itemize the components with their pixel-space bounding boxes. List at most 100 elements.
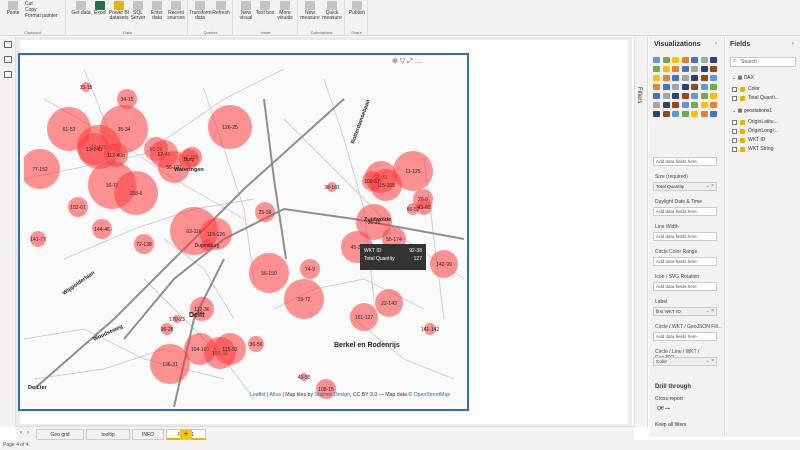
visual-type-icon[interactable] (691, 93, 698, 99)
field-checkbox[interactable] (732, 138, 737, 143)
collapse-viz-icon[interactable]: › (715, 41, 717, 47)
visual-type-icon[interactable] (672, 111, 679, 117)
visual-type-icon[interactable] (662, 57, 670, 63)
visual-type-icon[interactable] (662, 102, 670, 108)
field-item[interactable]: OriginLongi... (748, 128, 778, 134)
transform-data-button[interactable]: Transform data (189, 1, 212, 21)
visual-type-icon[interactable] (672, 93, 679, 99)
more-options-icon[interactable]: … (415, 58, 422, 65)
field-item[interactable]: WKT ID (748, 137, 765, 143)
filter-icon[interactable]: ▽ (400, 58, 405, 65)
field-well-empty[interactable]: Add data fields here (653, 207, 717, 216)
field-well-filled[interactable]: Total Quantity ⌄ × (653, 182, 717, 191)
field-item[interactable]: WKT String (748, 146, 773, 152)
visual-type-icon[interactable] (710, 84, 717, 90)
visual-type-icon[interactable] (653, 102, 660, 108)
page-tab[interactable]: tooltip (86, 429, 130, 440)
field-well-empty[interactable]: Add data fields here (653, 332, 717, 341)
visual-type-icon[interactable] (653, 111, 660, 117)
paste-button[interactable]: Paste (2, 1, 24, 16)
visual-type-icon[interactable] (700, 102, 708, 108)
visual-type-icon[interactable] (710, 111, 717, 117)
visual-type-icon[interactable] (691, 111, 698, 117)
visual-type-icon[interactable] (710, 57, 717, 63)
page-tab[interactable]: Geo grid (36, 429, 84, 440)
visual-type-icon[interactable] (653, 84, 660, 90)
fields-search-input[interactable]: ⌕ Search (730, 57, 796, 67)
visual-type-icon[interactable] (681, 75, 689, 81)
remove-field-icon[interactable]: ⌄ × (706, 358, 715, 364)
field-well-empty[interactable]: Add data fields here (653, 282, 717, 291)
visual-type-icon[interactable] (672, 57, 679, 63)
osm-link[interactable]: OpenStreetMap (414, 392, 451, 398)
field-table[interactable]: ⌄ ▦ geostations1 (732, 108, 772, 114)
visual-type-icon[interactable] (691, 57, 698, 63)
visual-type-icon[interactable] (681, 57, 689, 63)
visual-type-icon[interactable] (700, 111, 708, 117)
map-area[interactable]: 15-1534-1561-5311-12935-34126-2513-14511… (20, 59, 465, 408)
visual-type-icon[interactable] (653, 75, 660, 81)
visual-type-icon[interactable] (710, 102, 717, 108)
visual-type-icon[interactable] (681, 93, 689, 99)
recent-sources-button[interactable]: Recent sources (165, 1, 187, 21)
field-well-empty[interactable]: Add data fields here (653, 232, 717, 241)
text-box-button[interactable]: Text box (254, 1, 276, 16)
data-view-icon[interactable] (4, 56, 12, 63)
visual-type-icon[interactable] (672, 84, 679, 90)
field-well-filled[interactable]: first WKT ID ⌄ × (653, 307, 717, 316)
visual-type-icon[interactable] (681, 102, 689, 108)
format-painter-button[interactable]: Format painter (25, 13, 58, 19)
visual-type-icon[interactable] (710, 93, 717, 99)
visual-type-icon[interactable] (700, 75, 708, 81)
refresh-button[interactable]: Refresh (210, 1, 232, 16)
visual-type-icon[interactable] (710, 75, 717, 81)
visual-type-icon[interactable] (672, 75, 679, 81)
visual-type-icon[interactable] (700, 93, 708, 99)
visual-type-icon[interactable] (662, 93, 670, 99)
visual-type-icon[interactable] (672, 102, 679, 108)
next-page-icon[interactable]: › (27, 430, 29, 436)
visual-type-icon[interactable] (691, 102, 698, 108)
field-checkbox[interactable] (732, 87, 737, 92)
field-item[interactable]: Color (748, 86, 760, 92)
visual-type-icon[interactable] (653, 66, 660, 72)
field-checkbox[interactable] (732, 120, 737, 125)
report-view-icon[interactable] (4, 41, 12, 48)
map-visual[interactable]: 15-1534-1561-5311-12935-34126-2513-14511… (18, 53, 469, 411)
visual-type-icon[interactable] (691, 66, 698, 72)
quick-measure-button[interactable]: Quick measure (321, 1, 343, 21)
visual-type-icon[interactable] (653, 57, 660, 63)
field-checkbox[interactable] (732, 129, 737, 134)
more-visuals-button[interactable]: More visuals (274, 1, 296, 21)
visual-type-icon[interactable] (700, 66, 708, 72)
field-well-filled[interactable]: Color ⌄ × (653, 357, 717, 366)
model-view-icon[interactable] (4, 71, 12, 78)
collapse-fields-icon[interactable]: › (792, 41, 794, 47)
field-checkbox[interactable] (732, 96, 737, 101)
visual-type-icon[interactable] (691, 75, 698, 81)
page-tab[interactable]: INFO (132, 429, 164, 440)
visual-type-icon[interactable] (662, 111, 670, 117)
field-checkbox[interactable] (732, 147, 737, 152)
field-well-empty[interactable]: Add data fields here (653, 257, 717, 266)
visual-type-icon[interactable] (700, 84, 708, 90)
visual-type-icon[interactable] (681, 111, 689, 117)
cross-report-toggle[interactable]: Off ⊶ (657, 406, 670, 412)
publish-button[interactable]: Publish (346, 1, 368, 16)
visual-type-icon[interactable] (662, 75, 670, 81)
field-item[interactable]: OriginLatitu... (748, 119, 778, 125)
visual-type-icon[interactable] (700, 57, 708, 63)
remove-field-icon[interactable]: ⌄ × (706, 308, 715, 314)
add-page-button[interactable]: + (180, 429, 192, 440)
new-measure-button[interactable]: New measure (299, 1, 321, 21)
leaflet-link[interactable]: Leaflet (250, 392, 266, 398)
visual-type-icon[interactable] (681, 66, 689, 72)
stamen-link[interactable]: Stamen Design (314, 392, 349, 398)
field-well-empty[interactable]: Add data fields here (653, 157, 717, 166)
visual-type-icon[interactable] (653, 93, 660, 99)
field-item[interactable]: Total Quanti... (748, 95, 779, 101)
visual-type-icon[interactable] (662, 84, 670, 90)
remove-field-icon[interactable]: ⌄ × (706, 183, 715, 189)
visual-type-icon[interactable] (672, 66, 679, 72)
visual-type-icon[interactable] (691, 84, 698, 90)
